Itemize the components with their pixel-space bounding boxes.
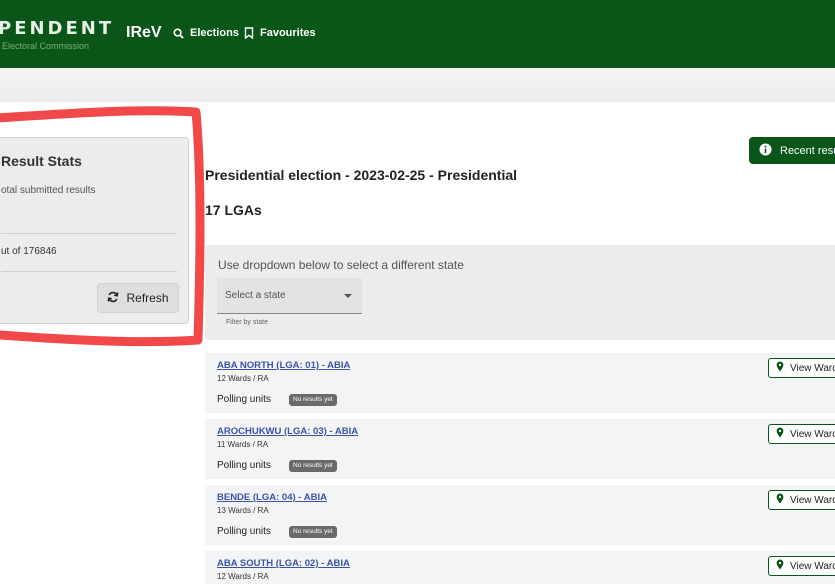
map-pin-icon: [776, 493, 784, 507]
lga-wards: 12 Wards / RA: [217, 572, 269, 581]
lga-row: BENDE (LGA: 04) - ABIA 13 Wards / RA Pol…: [205, 485, 835, 545]
polling-units-label: Polling units: [217, 526, 271, 537]
top-navbar: PENDENT Electoral Commission IReV Electi…: [0, 0, 835, 68]
result-stats-card: Result Stats otal submitted results ut o…: [0, 137, 189, 324]
lga-link[interactable]: AROCHUKWU (LGA: 03) - ABIA: [217, 426, 358, 437]
status-badge: No results yet: [289, 394, 337, 406]
state-dropdown[interactable]: Select a state: [217, 278, 362, 314]
divider: [1, 233, 177, 234]
lga-link[interactable]: ABA NORTH (LGA: 01) - ABIA: [217, 360, 350, 371]
nav-elections[interactable]: Elections: [173, 27, 239, 39]
lga-wards: 13 Wards / RA: [217, 506, 269, 515]
status-badge: No results yet: [289, 460, 337, 472]
map-pin-icon: [776, 427, 784, 441]
refresh-button[interactable]: Refresh: [97, 283, 179, 313]
view-wards-label: View Ward: [790, 428, 835, 440]
lga-count: 17 LGAs: [205, 202, 262, 218]
lga-row: AROCHUKWU (LGA: 03) - ABIA 11 Wards / RA…: [205, 419, 835, 479]
search-icon: [173, 27, 184, 39]
info-icon: [759, 143, 772, 159]
polling-units-label: Polling units: [217, 460, 271, 471]
nav-favourites[interactable]: Favourites: [244, 27, 316, 39]
out-of-total: ut of 176846: [1, 246, 57, 257]
state-dropdown-placeholder: Select a state: [225, 290, 286, 301]
lga-wards: 11 Wards / RA: [217, 440, 269, 449]
lga-link[interactable]: ABA SOUTH (LGA: 02) - ABIA: [217, 558, 350, 569]
app-name[interactable]: IReV: [126, 24, 162, 42]
total-submitted-label: otal submitted results: [1, 185, 96, 196]
divider: [1, 271, 177, 272]
refresh-icon: [107, 291, 119, 306]
polling-units-label: Polling units: [217, 394, 271, 405]
caret-down-icon: [344, 293, 352, 298]
view-wards-button[interactable]: View Ward: [768, 556, 835, 576]
view-wards-button[interactable]: View Ward: [768, 424, 835, 444]
state-hint: Use dropdown below to select a different…: [218, 258, 464, 272]
result-stats-title: Result Stats: [1, 153, 82, 169]
lga-row: ABA NORTH (LGA: 01) - ABIA 12 Wards / RA…: [205, 353, 835, 413]
nav-elections-label: Elections: [190, 27, 239, 39]
view-wards-label: View Ward: [790, 494, 835, 506]
view-wards-label: View Ward: [790, 560, 835, 572]
state-filter-panel: Use dropdown below to select a different…: [205, 245, 835, 340]
lga-row: ABA SOUTH (LGA: 02) - ABIA 12 Wards / RA…: [205, 551, 835, 584]
recent-results-label: Recent resu: [780, 144, 835, 157]
brand-subtitle: Electoral Commission: [2, 41, 90, 51]
nav-favourites-label: Favourites: [260, 27, 316, 39]
lga-wards: 12 Wards / RA: [217, 374, 269, 383]
filter-by-state-label: Filter by state: [226, 319, 269, 326]
bookmark-icon: [244, 27, 254, 39]
brand-logo-text: PENDENT: [0, 18, 115, 39]
page-title: Presidential election - 2023-02-25 - Pre…: [205, 167, 518, 183]
status-badge: No results yet: [289, 526, 337, 538]
recent-results-button[interactable]: Recent resu: [749, 137, 835, 164]
map-pin-icon: [776, 361, 784, 375]
lga-link[interactable]: BENDE (LGA: 04) - ABIA: [217, 492, 327, 503]
map-pin-icon: [776, 559, 784, 573]
view-wards-button[interactable]: View Ward: [768, 490, 835, 510]
subheader-band: [0, 68, 835, 102]
view-wards-button[interactable]: View Ward: [768, 358, 835, 378]
refresh-label: Refresh: [126, 291, 169, 305]
view-wards-label: View Ward: [790, 362, 835, 374]
